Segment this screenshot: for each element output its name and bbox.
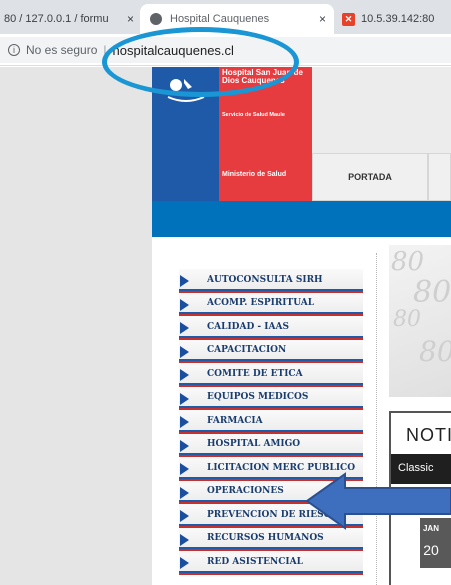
menu-arrow-icon	[180, 369, 189, 381]
sidebar-menu-item[interactable]: RED ASISTENCIAL	[179, 551, 363, 575]
sidebar-menu-item[interactable]: CALIDAD - IAAS	[179, 316, 363, 340]
sidebar-menu-item[interactable]: HOSPITAL AMIGO	[179, 433, 363, 457]
menu-underline	[179, 288, 363, 291]
globe-icon	[150, 13, 162, 25]
sidebar-menu-item[interactable]: CAPACITACION	[179, 339, 363, 363]
sidebar-menu-item[interactable]: RECURSOS HUMANOS	[179, 527, 363, 551]
blue-header-band	[152, 201, 451, 237]
menu-arrow-icon	[180, 557, 189, 569]
ministry-name: Ministerio de Salud	[222, 171, 287, 178]
tab-label: 10.5.39.142:80	[361, 13, 435, 25]
sidebar-menu-item[interactable]: COMITE DE ETICA	[179, 363, 363, 387]
menu-arrow-icon	[180, 298, 189, 311]
banner-image: 80 80 80 80	[389, 245, 451, 397]
nav-tab-next[interactable]	[428, 153, 451, 201]
pointing-arrow-annotation	[305, 472, 451, 530]
menu-arrow-icon	[180, 416, 189, 428]
sidebar-menu-item[interactable]: AUTOCONSULTA SIRH	[179, 269, 363, 293]
menu-arrow-icon	[180, 392, 189, 405]
menu-arrow-icon	[180, 463, 189, 475]
menu-underline	[179, 406, 363, 408]
menu-underline	[179, 382, 363, 385]
news-date-day: 20	[423, 542, 439, 558]
browser-tab-phpmyadmin[interactable]: 80 / 127.0.0.1 / formu ×	[0, 4, 140, 34]
info-icon[interactable]: i	[8, 44, 20, 56]
sidebar-menu-label: EQUIPOS MEDICOS	[207, 392, 309, 403]
browser-tab-ip[interactable]: ✕ 10.5.39.142:80	[334, 4, 451, 34]
menu-arrow-icon	[180, 510, 189, 522]
sidebar-menu-label: OPERACIONES	[207, 486, 284, 497]
screenshot-root: 80 / 127.0.0.1 / formu × Hospital Cauque…	[0, 0, 451, 585]
sidebar-menu-label: RECURSOS HUMANOS	[207, 533, 324, 544]
sidebar-menu-label: COMITE DE ETICA	[207, 368, 303, 379]
sidebar-menu-label: CALIDAD - IAAS	[207, 321, 289, 332]
news-heading: NOTI	[406, 425, 451, 445]
close-tab-icon[interactable]: ×	[127, 12, 134, 26]
security-label: No es seguro	[26, 43, 98, 57]
menu-arrow-icon	[180, 439, 189, 452]
menu-underline	[179, 429, 363, 432]
menu-underline	[179, 570, 363, 573]
sidebar-menu-label: HOSPITAL AMIGO	[207, 439, 301, 450]
health-service-name: Servicio de Salud Maule	[222, 112, 285, 118]
tab-label: 80 / 127.0.0.1 / formu	[4, 13, 109, 25]
menu-arrow-icon	[180, 345, 189, 358]
highlight-oval-annotation	[102, 27, 299, 97]
sidebar-menu-item[interactable]: EQUIPOS MEDICOS	[179, 386, 363, 410]
menu-underline	[179, 547, 363, 549]
content-divider	[376, 253, 377, 585]
page-left-gutter	[0, 67, 152, 585]
sidebar-menu-label: AUTOCONSULTA SIRH	[207, 274, 323, 285]
menu-underline	[179, 335, 363, 338]
menu-underline	[179, 312, 363, 314]
sidebar-menu-label: ACOMP. ESPIRITUAL	[207, 298, 315, 309]
menu-underline	[179, 453, 363, 455]
sidebar-menu-label: CAPACITACION	[207, 345, 287, 356]
sidebar-menu-item[interactable]: ACOMP. ESPIRITUAL	[179, 292, 363, 316]
sidebar-menu-item[interactable]: FARMACIA	[179, 410, 363, 434]
tab-label: Hospital Cauquenes	[170, 13, 270, 25]
menu-arrow-icon	[180, 533, 189, 546]
menu-arrow-icon	[180, 322, 189, 334]
sidebar-menu-label: RED ASISTENCIAL	[207, 556, 303, 567]
nav-tab-portada[interactable]: PORTADA	[312, 153, 428, 201]
close-tab-icon[interactable]: ×	[319, 12, 326, 26]
menu-arrow-icon	[180, 275, 189, 287]
sidebar-menu-label: FARMACIA	[207, 415, 263, 426]
menu-underline	[179, 359, 363, 361]
x-icon: ✕	[342, 12, 355, 26]
menu-arrow-icon	[180, 486, 189, 499]
